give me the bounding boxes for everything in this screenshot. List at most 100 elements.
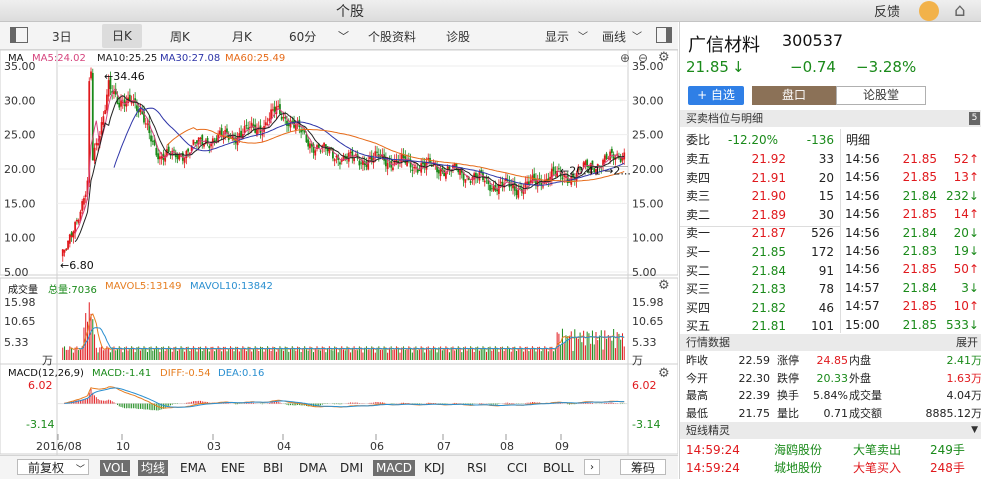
candle-body [268,118,271,122]
adjust-select[interactable]: 前复权 ﹀ [17,459,89,475]
zoom-in-icon[interactable]: ⊕ [620,51,630,65]
tab-3day[interactable]: 3日 [52,28,72,45]
chevron-down-icon[interactable]: ﹀ [632,28,642,43]
tab-60min[interactable]: 60分 [289,28,316,45]
sprite-volume: 248手 [930,461,965,475]
candle-body [501,181,504,186]
chevron-down-icon: ﹀ [75,465,85,475]
tick-volume: 20↓ [953,225,979,240]
volume-settings-gear-icon[interactable]: ⚙ [658,278,670,293]
kline-chart-area[interactable]: 35.00 35.00 30.00 30.00 25.00 25.00 20.00 20.00… [0,49,679,455]
tick-price: 21.85 [902,317,937,332]
sidebar-toggle-icon[interactable] [10,27,28,43]
tab-macd[interactable]: MACD [373,460,415,476]
price-change-pct: −3.28% [856,58,917,76]
quote-label: 换手 [777,389,799,402]
stock-profile-link[interactable]: 个股资料 [368,28,416,45]
tab-dma[interactable]: DMA [299,460,327,476]
limit-up-dot [63,249,66,252]
candle-body [208,145,211,149]
tab-rsi[interactable]: RSI [467,460,487,476]
candle-body [524,182,527,188]
candle-body [139,109,142,112]
buy-level-label: 买五 [686,319,711,333]
tab-vol[interactable]: VOL [100,460,131,476]
tab-lungutang[interactable]: 论股堂 [836,86,926,105]
macd-settings-gear-icon[interactable]: ⚙ [658,366,670,381]
limit-up-dot [61,248,64,251]
tab-ene[interactable]: ENE [221,460,245,476]
candle-body [552,166,555,172]
candle-body [612,154,615,159]
candle-body [469,181,472,183]
tick-price: 21.85 [902,170,937,185]
tick-price: 21.84 [902,225,937,240]
kline-chart-svg[interactable]: 35.00 35.0030.00 30.0025.00 25.0020.00 20.00… [0,49,679,455]
buy-level-volume: 78 [818,282,834,296]
chevron-right-icon[interactable]: › [584,459,600,475]
chevron-down-icon[interactable]: ﹀ [578,28,588,43]
quote-label: 昨收 [686,354,708,367]
chevron-down-icon[interactable]: ﹀ [338,28,349,44]
sell-level-label: 卖三 [686,189,711,203]
volume-tick-right: 万 [632,354,643,367]
avatar[interactable] [919,1,939,21]
display-menu[interactable]: 显示 [545,28,569,45]
tab-ema[interactable]: EMA [180,460,206,476]
tab-cci[interactable]: CCI [507,460,527,476]
high-price-annotation: ←34.46 [104,70,145,83]
diagnose-link[interactable]: 诊股 [446,28,470,45]
feedback-button[interactable]: 反馈 [874,1,900,20]
candle-body [413,166,416,169]
tab-pankou[interactable]: 盘口 [752,86,836,105]
candle-body [245,124,248,126]
tab-ma[interactable]: 均线 [138,460,169,476]
limit-up-dot [67,240,70,243]
sprite-volume: 249手 [930,443,965,457]
quote-label: 最低 [686,406,708,420]
mavol10-legend: MAVOL10:13842 [190,281,273,292]
price-tick-right: 10.00 [632,232,664,245]
candle-body [106,94,108,111]
tick-time: 14:57 [845,299,880,314]
tab-kdj[interactable]: KDJ [424,460,445,476]
candle-body [392,167,394,171]
ma5-legend: MA5:24.02 [32,53,86,64]
volume-tick-right: 15.98 [632,296,664,309]
low-price-annotation: ←6.80 [60,259,94,272]
tick-volume: 533↓ [946,317,979,332]
sprite-stock-name[interactable]: 城地股份 [774,459,822,477]
tab-bbi[interactable]: BBI [263,460,283,476]
price-tick-left: 10.00 [4,232,36,245]
panel-toggle-icon[interactable] [656,27,672,43]
tab-monthly-k[interactable]: 月K [232,28,252,45]
quote-expand-link[interactable]: 展开 [956,334,978,351]
settings-gear-icon[interactable]: ⚙ [658,50,670,65]
tab-daily-k[interactable]: 日K [102,24,142,48]
sprite-stock-name[interactable]: 海鸥股份 [774,441,822,459]
quote-value: 24.85 [816,354,849,367]
chip-distribution-button[interactable]: 筹码 [620,459,666,475]
candle-body [100,122,103,135]
tab-weekly-k[interactable]: 周K [170,28,190,45]
macd-tick-bottom: -3.14 [26,418,54,431]
dea-value: DEA:0.16 [218,368,265,379]
draw-line-menu[interactable]: 画线 [602,28,626,45]
candle-body [515,189,518,196]
tab-dmi[interactable]: DMI [340,460,363,476]
add-watchlist-button[interactable]: + 自选 [688,86,744,105]
quote-label: 外盘 [849,371,871,385]
level-badge[interactable]: 5 [969,112,980,125]
zoom-out-icon[interactable]: ⊖ [638,51,648,65]
sell-level-price: 21.89 [751,207,786,222]
tab-boll[interactable]: BOLL [543,460,574,476]
candle-body [220,128,223,136]
candle-body [194,142,197,144]
buy-level-label: 买四 [686,300,711,315]
ma30-legend: MA30:27.08 [160,53,221,64]
tick-price: 21.85 [902,207,937,222]
quote-value: 22.30 [738,371,771,385]
quote-value: 0.71 [823,406,849,420]
home-icon[interactable]: ⌂ [954,0,965,21]
chevron-down-icon[interactable]: ▼ [971,422,978,439]
